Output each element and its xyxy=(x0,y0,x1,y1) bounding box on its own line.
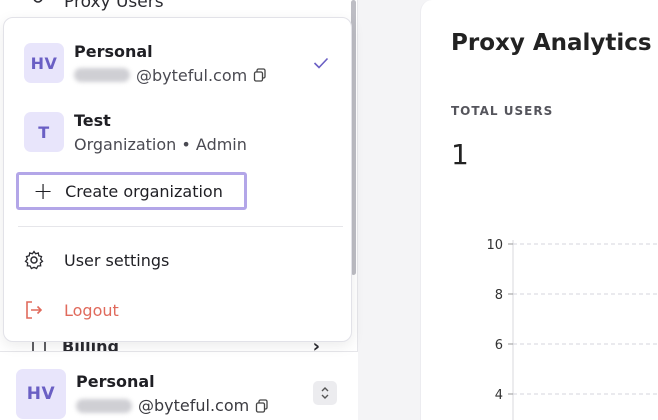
copy-icon[interactable] xyxy=(255,398,269,413)
users-chart: 10 8 6 4 xyxy=(486,238,658,420)
email-text: @byteful.com xyxy=(138,396,250,415)
chevron-up-down-icon[interactable] xyxy=(313,381,337,405)
y-tick-label: 6 xyxy=(495,338,503,353)
plus-icon: + xyxy=(33,177,54,205)
page-title: Proxy Analytics xyxy=(451,30,652,56)
redacted-email-prefix xyxy=(76,398,132,413)
account-option-personal[interactable]: HV Personal @byteful.com xyxy=(4,41,351,85)
sidebar-item-proxy-users[interactable]: Proxy Users xyxy=(30,0,164,12)
email-text: @byteful.com xyxy=(136,65,248,85)
stat-label: TOTAL USERS xyxy=(451,104,554,118)
account-option-test[interactable]: T Test Organization • Admin xyxy=(4,110,351,154)
redacted-email-prefix xyxy=(74,68,130,82)
y-tick-label: 10 xyxy=(486,238,503,253)
create-organization-label: Create organization xyxy=(65,181,223,201)
sidebar-item-label: Proxy Users xyxy=(64,0,164,12)
stat-value: 1 xyxy=(451,138,469,171)
account-name: Test xyxy=(74,110,111,130)
divider xyxy=(18,226,343,227)
logout-button[interactable]: Logout xyxy=(24,300,119,320)
account-name: Personal xyxy=(76,372,155,391)
check-icon xyxy=(313,57,329,69)
account-switcher[interactable]: HV Personal @byteful.com xyxy=(0,351,358,420)
main-panel: Proxy Analytics TOTAL USERS 1 10 8 6 4 xyxy=(420,0,658,420)
user-settings-button[interactable]: User settings xyxy=(24,250,169,270)
account-name: Personal xyxy=(74,41,153,61)
gear-icon xyxy=(24,250,44,270)
user-settings-label: User settings xyxy=(64,250,170,270)
users-icon xyxy=(33,0,43,3)
avatar: HV xyxy=(24,43,64,83)
y-tick-label: 4 xyxy=(495,388,503,403)
account-email: @byteful.com xyxy=(76,396,269,415)
avatar: HV xyxy=(16,369,66,419)
account-subtitle: Organization • Admin xyxy=(74,134,247,154)
logout-label: Logout xyxy=(64,300,119,320)
account-email: @byteful.com xyxy=(74,66,267,85)
y-tick-label: 8 xyxy=(495,288,503,303)
copy-icon[interactable] xyxy=(253,68,267,82)
account-dropdown-menu: HV Personal @byteful.com T Test Organiza… xyxy=(3,17,352,342)
avatar: T xyxy=(24,112,64,152)
logout-icon xyxy=(26,301,43,319)
create-organization-button[interactable]: + Create organization xyxy=(16,172,247,210)
